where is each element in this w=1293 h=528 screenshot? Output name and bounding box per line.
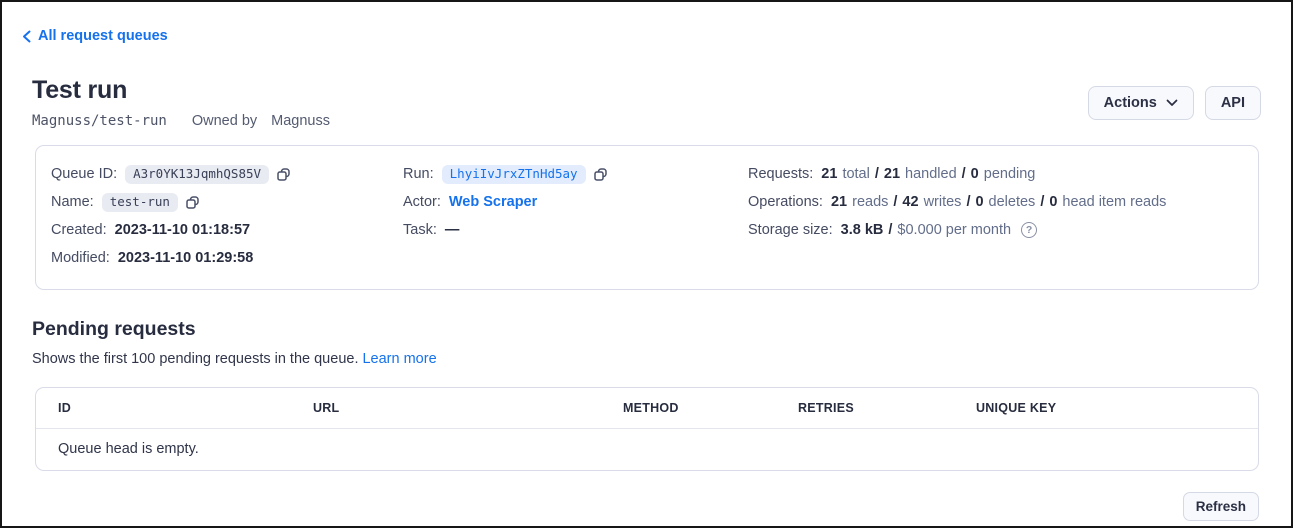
- name-badge: test-run: [102, 193, 178, 212]
- name-row: Name: test-run: [51, 194, 403, 211]
- requests-pending-unit: pending: [984, 166, 1036, 182]
- table-empty-message: Queue head is empty.: [36, 429, 1258, 470]
- info-column-identity: Queue ID: A3r0YK13JqmhQS85V Name: test-r…: [51, 166, 403, 267]
- requests-row: Requests: 21 total / 21 handled / 0 pend…: [748, 166, 1242, 183]
- requests-total-unit: total: [842, 166, 869, 182]
- separator: /: [875, 166, 879, 182]
- operations-head-item-reads-value: 0: [1049, 194, 1057, 210]
- pending-requests-table: ID URL METHOD RETRIES UNIQUE KEY Queue h…: [35, 387, 1259, 471]
- title-block: Test run Magnuss/test-run Owned by Magnu…: [32, 76, 330, 130]
- queue-info-card: Queue ID: A3r0YK13JqmhQS85V Name: test-r…: [35, 145, 1259, 290]
- created-row: Created: 2023-11-10 01:18:57: [51, 222, 403, 239]
- operations-row: Operations: 21 reads / 42 writes / 0 del…: [748, 194, 1242, 211]
- operations-deletes-unit: deletes: [989, 194, 1036, 210]
- info-column-stats: Requests: 21 total / 21 handled / 0 pend…: [748, 166, 1242, 267]
- operations-reads-unit: reads: [852, 194, 888, 210]
- requests-label: Requests:: [748, 166, 813, 182]
- pending-requests-title: Pending requests: [32, 318, 1261, 340]
- operations-label: Operations:: [748, 194, 823, 210]
- column-header-retries: RETRIES: [798, 400, 976, 416]
- chevron-left-icon: [22, 30, 31, 43]
- created-value: 2023-11-10 01:18:57: [115, 222, 250, 238]
- separator: /: [888, 222, 892, 238]
- copy-queue-id-button[interactable]: [276, 167, 291, 182]
- copy-name-button[interactable]: [185, 195, 200, 210]
- modified-value: 2023-11-10 01:29:58: [118, 250, 253, 266]
- storage-size-row: Storage size: 3.8 kB / $0.000 per month …: [748, 222, 1242, 239]
- back-link[interactable]: All request queues: [22, 28, 168, 44]
- actions-button[interactable]: Actions: [1088, 86, 1194, 120]
- requests-handled-value: 21: [884, 166, 900, 182]
- learn-more-link[interactable]: Learn more: [362, 351, 436, 367]
- created-label: Created:: [51, 222, 107, 238]
- actions-button-label: Actions: [1104, 95, 1157, 111]
- actor-label: Actor:: [403, 194, 441, 210]
- refresh-button[interactable]: Refresh: [1183, 492, 1259, 521]
- request-queue-detail-page: All request queues Test run Magnuss/test…: [0, 0, 1293, 528]
- queue-path: Magnuss/test-run: [32, 113, 167, 129]
- modified-row: Modified: 2023-11-10 01:29:58: [51, 250, 403, 267]
- operations-head-item-reads-unit: head item reads: [1062, 194, 1166, 210]
- separator: /: [1040, 194, 1044, 210]
- chevron-down-icon: [1166, 99, 1178, 107]
- queue-id-label: Queue ID:: [51, 166, 117, 182]
- storage-size-label: Storage size:: [748, 222, 833, 238]
- operations-writes-unit: writes: [924, 194, 962, 210]
- modified-label: Modified:: [51, 250, 110, 266]
- operations-reads-value: 21: [831, 194, 847, 210]
- requests-handled-unit: handled: [905, 166, 957, 182]
- requests-pending-value: 0: [971, 166, 979, 182]
- copy-icon: [276, 167, 291, 182]
- header-buttons: Actions API: [1088, 86, 1261, 120]
- separator: /: [962, 166, 966, 182]
- queue-id-row: Queue ID: A3r0YK13JqmhQS85V: [51, 166, 403, 183]
- page-header: Test run Magnuss/test-run Owned by Magnu…: [32, 76, 1261, 130]
- back-link-label: All request queues: [38, 28, 168, 44]
- task-value: —: [445, 222, 460, 238]
- storage-size-value: 3.8 kB: [841, 222, 884, 238]
- help-icon[interactable]: ?: [1021, 222, 1037, 238]
- subtitle-row: Magnuss/test-run Owned by Magnuss: [32, 112, 330, 130]
- operations-writes-value: 42: [902, 194, 918, 210]
- page-title: Test run: [32, 76, 330, 104]
- table-header-row: ID URL METHOD RETRIES UNIQUE KEY: [36, 388, 1258, 429]
- pending-requests-subtitle: Shows the first 100 pending requests in …: [32, 351, 1261, 369]
- operations-deletes-value: 0: [975, 194, 983, 210]
- separator: /: [966, 194, 970, 210]
- run-label: Run:: [403, 166, 434, 182]
- subtitle-text: Shows the first 100 pending requests in …: [32, 351, 358, 367]
- task-row: Task: —: [403, 222, 748, 239]
- run-id-badge[interactable]: LhyiIvJrxZTnHd5ay: [442, 165, 586, 184]
- requests-total-value: 21: [821, 166, 837, 182]
- actor-row: Actor: Web Scraper: [403, 194, 748, 211]
- separator: /: [893, 194, 897, 210]
- name-label: Name:: [51, 194, 94, 210]
- copy-run-id-button[interactable]: [593, 167, 608, 182]
- column-header-id: ID: [58, 400, 313, 416]
- actor-link[interactable]: Web Scraper: [449, 194, 537, 210]
- storage-cost-value: $0.000 per month: [897, 222, 1011, 238]
- column-header-method: METHOD: [623, 400, 798, 416]
- column-header-unique-key: UNIQUE KEY: [976, 400, 1258, 416]
- copy-icon: [593, 167, 608, 182]
- run-row: Run: LhyiIvJrxZTnHd5ay: [403, 166, 748, 183]
- api-button[interactable]: API: [1205, 86, 1261, 120]
- owned-by-label: Owned by: [192, 113, 257, 129]
- task-label: Task:: [403, 222, 437, 238]
- owner-name: Magnuss: [271, 113, 330, 129]
- info-column-origin: Run: LhyiIvJrxZTnHd5ay Actor: Web Scrape…: [403, 166, 748, 267]
- queue-id-badge: A3r0YK13JqmhQS85V: [125, 165, 269, 184]
- table-footer: Refresh: [2, 492, 1259, 521]
- column-header-url: URL: [313, 400, 623, 416]
- copy-icon: [185, 195, 200, 210]
